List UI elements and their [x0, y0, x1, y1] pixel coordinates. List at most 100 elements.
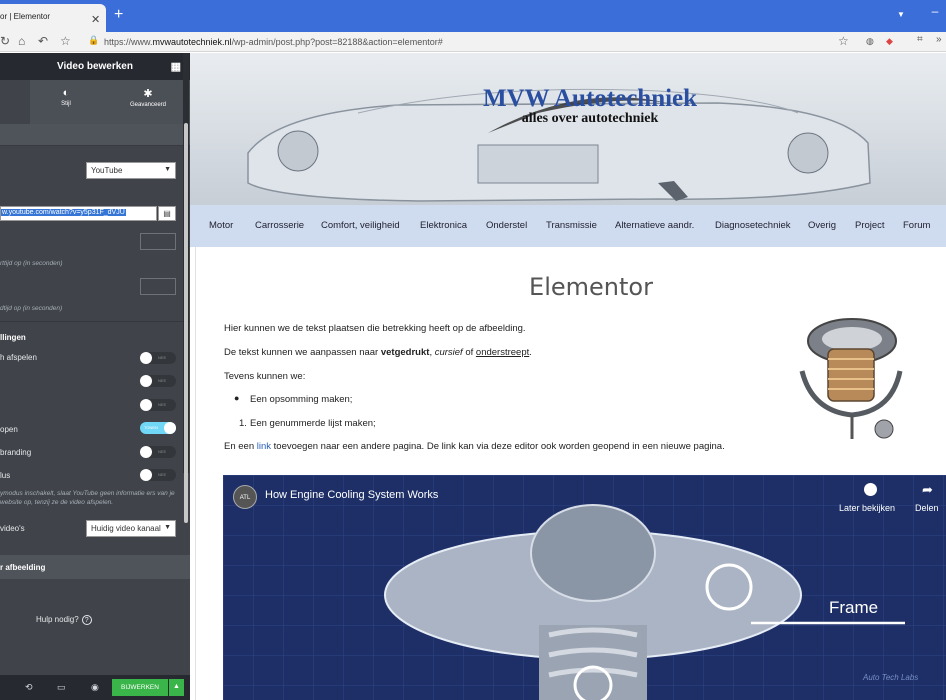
video-watermark: Auto Tech Labs [863, 673, 919, 682]
nav-item-motor[interactable]: Motor [209, 220, 233, 231]
list-item-numbered: Een genummerde lijst maken; [250, 418, 376, 429]
toggle-label-autoplay: h afspelen [0, 353, 37, 362]
address-bar[interactable]: https://www.mvwautotechniek.nl/wp-admin/… [84, 34, 854, 50]
page-title: Elementor [529, 273, 653, 301]
new-tab-button[interactable]: + [114, 6, 123, 24]
home-icon[interactable]: ⌂ [18, 34, 25, 48]
site-preview: MVW Autotechniek alles over autotechniek… [190, 53, 946, 700]
autoplay-switch[interactable]: NEE [140, 352, 176, 364]
history-icon[interactable]: ⟲ [25, 682, 33, 693]
page-content: Elementor Hier kunnen we de tekst plaats… [195, 247, 946, 700]
share-icon[interactable]: ➦ [922, 482, 933, 498]
nav-item-transmissie[interactable]: Transmissie [546, 220, 597, 231]
tab-close-icon[interactable]: ✕ [91, 13, 100, 26]
video-title[interactable]: How Engine Cooling System Works [265, 489, 438, 501]
responsive-icon[interactable]: ▭ [57, 682, 66, 693]
browser-tab-bar: or | Elementor ✕ + ▼ – [0, 0, 946, 32]
crop-icon[interactable]: ⌗ [917, 34, 923, 45]
branding-switch[interactable]: NEE [140, 446, 176, 458]
browser-toolbar: ↻ ⌂ ↶ ☆ 🔒 https://www.mvwautotechniek.nl… [0, 32, 946, 52]
nav-item-carrosserie[interactable]: Carrosserie [255, 220, 304, 231]
settings-heading: llingen [0, 333, 26, 342]
video-frame-graphic [223, 475, 946, 700]
nav-item-project[interactable]: Project [855, 220, 885, 231]
tab-content[interactable] [0, 80, 30, 124]
update-button[interactable]: BIJWERKEN [112, 679, 168, 696]
reload-icon[interactable]: ↻ [0, 34, 10, 48]
related-label: video's [0, 524, 25, 533]
nav-item-comfort[interactable]: Comfort, veiligheid [321, 220, 400, 231]
source-select[interactable]: YouTube ▼ [86, 162, 176, 179]
end-time-input[interactable] [140, 278, 176, 295]
contrast-icon: ◐ [62, 87, 70, 99]
privacy-switch[interactable]: NEE [140, 469, 176, 481]
paragraph-3: Tevens kunnen we: [224, 371, 306, 382]
chevron-down-icon[interactable]: ▼ [897, 10, 905, 19]
controls-switch[interactable]: TONEN [140, 422, 176, 434]
clock-icon[interactable] [864, 483, 877, 496]
loop-switch[interactable]: NEE [140, 399, 176, 411]
panel-tabs: ◐ Stijl ✱ Geavanceerd [0, 80, 190, 124]
chevron-down-icon: ▼ [164, 166, 171, 173]
tab-style[interactable]: ◐ Stijl [36, 87, 96, 107]
save-options-button[interactable]: ▲ [169, 679, 184, 696]
thermostat-image [799, 318, 903, 439]
more-icon[interactable]: » [936, 34, 942, 45]
bullet-icon: ● [234, 393, 240, 403]
paragraph-2: De tekst kunnen we aanpassen naar vetged… [224, 347, 532, 358]
site-header: MVW Autotechniek alles over autotechniek [190, 53, 946, 205]
frame-annotation: Frame [829, 598, 879, 617]
paragraph-1: Hier kunnen we de tekst plaatsen die bet… [224, 323, 526, 334]
mute-switch[interactable]: NEE [140, 375, 176, 387]
end-time-hint: dtijd op (in seconden) [0, 305, 63, 312]
panel-title: Video bewerken [57, 61, 133, 72]
site-navigation: Motor Carrosserie Comfort, veiligheid El… [190, 205, 946, 247]
nav-item-onderstel[interactable]: Onderstel [486, 220, 527, 231]
star-icon[interactable]: ☆ [60, 34, 71, 48]
nav-item-elektronica[interactable]: Elektronica [420, 220, 467, 231]
section-header-video[interactable] [0, 124, 190, 146]
browser-tab[interactable]: or | Elementor ✕ [0, 4, 106, 32]
preview-eye-icon[interactable]: ◉ [91, 682, 99, 693]
panel-footer: ⟲ ▭ ◉ BIJWERKEN ▲ [0, 675, 190, 700]
watch-later-button[interactable]: Later bekijken [839, 503, 895, 513]
nav-item-overig[interactable]: Overig [808, 220, 836, 231]
channel-avatar[interactable]: ATL [233, 485, 257, 509]
start-time-hint: rttijd op (in seconden) [0, 260, 63, 267]
inline-link[interactable]: link [257, 441, 271, 452]
nav-item-alternatieve[interactable]: Alternatieve aandr. [615, 220, 694, 231]
list-item-bullet: Een opsomming maken; [250, 394, 353, 405]
grid-icon[interactable]: ▦ [171, 60, 181, 73]
list-item-number: 1. [239, 418, 247, 429]
nav-item-diagnosetechniek[interactable]: Diagnosetechniek [715, 220, 791, 231]
site-logo[interactable]: MVW Autotechniek alles over autotechniek [460, 85, 720, 127]
toggle-label-controls: open [0, 425, 18, 434]
youtube-video-embed[interactable]: ATL How Engine Cooling System Works Late… [223, 475, 946, 700]
chevron-down-icon: ▼ [164, 524, 171, 531]
question-icon: ? [81, 615, 92, 625]
gear-icon: ✱ [143, 88, 153, 100]
tab-title: or | Elementor [0, 12, 51, 21]
start-time-input[interactable] [140, 233, 176, 250]
panel-header: Video bewerken ▦ [0, 53, 190, 80]
elementor-panel: Video bewerken ▦ ◐ Stijl ✱ Geavanceerd Y… [0, 53, 190, 700]
share-button[interactable]: Delen [915, 503, 939, 513]
help-link[interactable]: Hulp nodig?? [36, 615, 92, 625]
panel-scrollbar[interactable] [183, 53, 189, 523]
toggle-label-branding: branding [0, 448, 32, 457]
bookmark-star-icon[interactable]: ☆ [838, 34, 849, 48]
tab-advanced[interactable]: ✱ Geavanceerd [118, 87, 178, 108]
nav-item-forum[interactable]: Forum [903, 220, 930, 231]
divider [0, 321, 190, 322]
paragraph-4: En een link toevoegen naar een andere pa… [224, 441, 725, 452]
color-extension-icon[interactable]: ◆ [886, 36, 893, 47]
extension-icon[interactable]: ◍ [866, 36, 874, 47]
undo-icon[interactable]: ↶ [38, 34, 48, 48]
section-header-image-overlay[interactable]: r afbeelding [0, 555, 190, 579]
related-select[interactable]: Huidig video kanaal ▼ [86, 520, 176, 537]
minimize-icon[interactable]: – [924, 4, 946, 20]
dynamic-tags-button[interactable]: ▤ [158, 206, 176, 221]
toggle-label-privacy: lus [0, 471, 11, 480]
privacy-hint: ymodus inschakelt, slaat YouTube geen in… [0, 490, 175, 506]
link-input[interactable]: w.youtube.com/watch?v=y5p31F_dVJU [0, 206, 157, 221]
